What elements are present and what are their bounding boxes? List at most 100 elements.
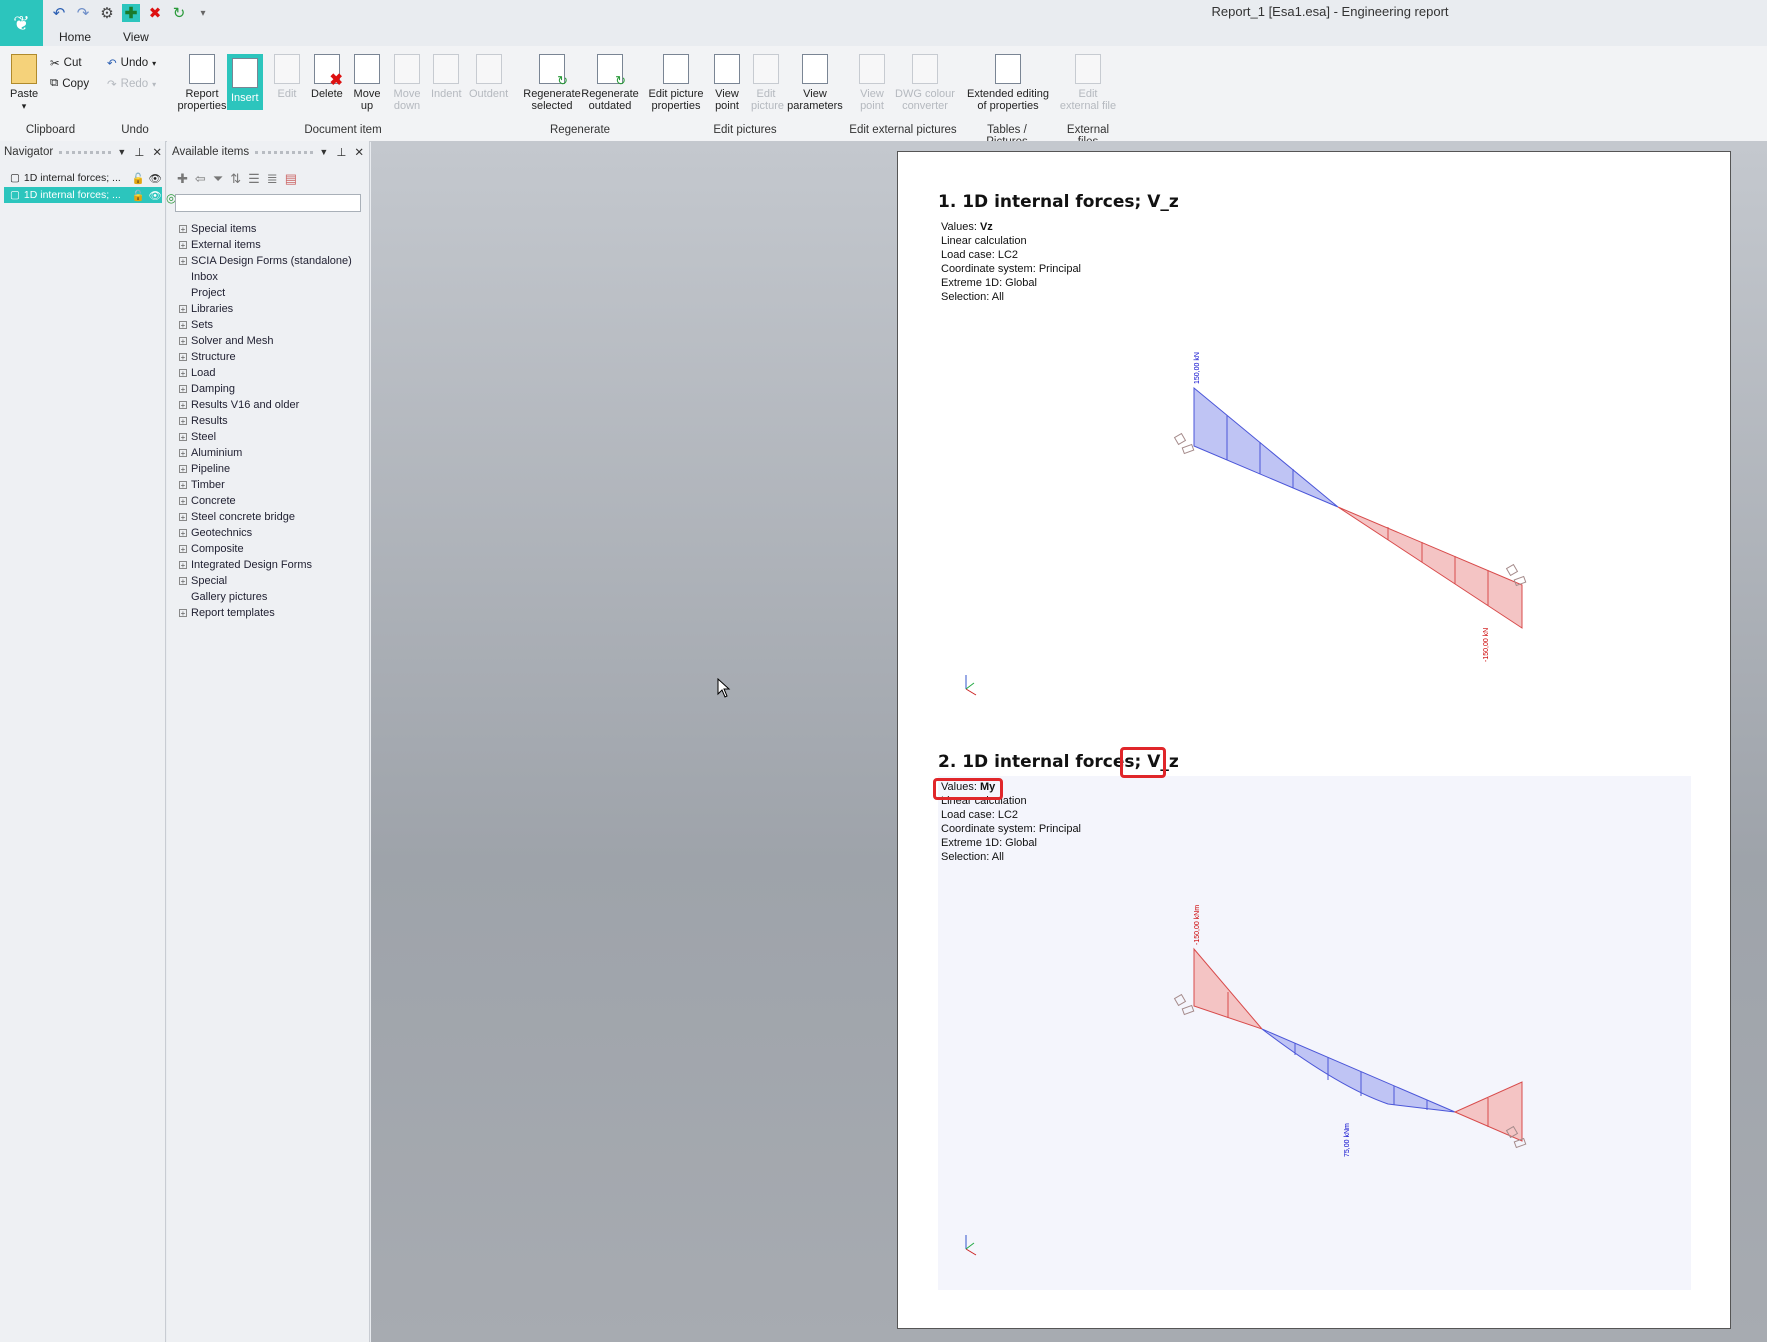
tree-item[interactable]: + Results V16 and older: [179, 397, 352, 413]
tree-item[interactable]: + Sets: [179, 317, 352, 333]
edit-button[interactable]: Edit: [274, 54, 300, 100]
lock-icon[interactable]: 🔓: [132, 172, 145, 185]
tab-home[interactable]: Home: [55, 30, 95, 44]
expand-icon[interactable]: +: [179, 385, 187, 394]
expand-icon[interactable]: +: [179, 449, 187, 458]
expand-icon[interactable]: +: [179, 337, 187, 346]
navigator-item-selected[interactable]: ▢ 1D internal forces; ... 🔓 👁: [4, 187, 162, 203]
tree-item[interactable]: + Results: [179, 413, 352, 429]
tree-item[interactable]: Gallery pictures: [179, 589, 352, 605]
expand-icon[interactable]: +: [179, 305, 187, 314]
close-icon[interactable]: ✕: [152, 145, 162, 159]
expand-icon[interactable]: +: [179, 433, 187, 442]
delete-item-icon[interactable]: ▤: [285, 171, 297, 187]
tree-item[interactable]: + SCIA Design Forms (standalone): [179, 253, 352, 269]
expand-icon[interactable]: +: [179, 577, 187, 586]
dwg-colour-converter-button[interactable]: DWG colour converter: [895, 54, 955, 112]
expand-icon[interactable]: +: [179, 417, 187, 426]
tree-item[interactable]: + Libraries: [179, 301, 352, 317]
regenerate-outdated-button[interactable]: ↻ Regenerate outdated: [581, 54, 639, 112]
expand-icon[interactable]: +: [179, 465, 187, 474]
cut-button[interactable]: ✂ Cut: [50, 56, 82, 70]
tree-item[interactable]: + Steel: [179, 429, 352, 445]
expand-icon[interactable]: +: [179, 241, 187, 250]
expand-icon[interactable]: +: [179, 529, 187, 538]
expand-icon[interactable]: +: [179, 353, 187, 362]
dropdown-icon[interactable]: ▼: [319, 147, 328, 157]
tree-item[interactable]: Inbox: [179, 269, 352, 285]
tree-leaf-connector[interactable]: [179, 273, 187, 281]
tree-item[interactable]: + Integrated Design Forms: [179, 557, 352, 573]
tree-leaf-connector[interactable]: [179, 289, 187, 297]
copy-button[interactable]: ⧉ Copy: [50, 77, 89, 90]
dropdown-icon[interactable]: ▼: [117, 147, 126, 157]
indent-button[interactable]: Indent: [431, 54, 462, 100]
tree-view-icon[interactable]: ☰: [248, 171, 260, 187]
tree-leaf-connector[interactable]: [179, 593, 187, 601]
pin-icon[interactable]: ⊥: [134, 145, 144, 159]
redo-button[interactable]: ↷ Redo ▾: [107, 77, 156, 91]
expand-icon[interactable]: +: [179, 513, 187, 522]
close-icon[interactable]: ✖: [146, 4, 164, 22]
close-icon[interactable]: ✕: [354, 145, 364, 159]
tree-item[interactable]: + Pipeline: [179, 461, 352, 477]
tree-item[interactable]: + External items: [179, 237, 352, 253]
expand-icon[interactable]: +: [179, 257, 187, 266]
eye-icon[interactable]: 👁: [149, 189, 162, 202]
view-point-button[interactable]: View point: [712, 54, 742, 112]
tree-item[interactable]: + Load: [179, 365, 352, 381]
tree-item[interactable]: + Timber: [179, 477, 352, 493]
app-menu-button[interactable]: ❦: [0, 0, 43, 46]
tree-item[interactable]: + Special items: [179, 221, 352, 237]
tab-view[interactable]: View: [119, 30, 153, 44]
report-properties-button[interactable]: Report properties: [174, 54, 230, 112]
list-view-icon[interactable]: ≣: [267, 171, 278, 187]
add-icon[interactable]: ✚: [122, 4, 140, 22]
navigator-item[interactable]: ▢ 1D internal forces; ... 🔓 👁: [4, 170, 162, 186]
lock-icon[interactable]: 🔓: [132, 189, 145, 202]
settings-icon[interactable]: ⚙: [98, 4, 116, 22]
expand-icon[interactable]: +: [179, 401, 187, 410]
add-item-icon[interactable]: ✚: [177, 171, 188, 187]
insert-button[interactable]: Insert: [227, 54, 263, 110]
sort-icon[interactable]: ⇅: [230, 171, 241, 187]
back-icon[interactable]: ⇦: [195, 171, 206, 187]
outdent-button[interactable]: Outdent: [469, 54, 508, 100]
tree-item[interactable]: + Structure: [179, 349, 352, 365]
edit-picture-button[interactable]: Edit picture: [751, 54, 784, 112]
filter-icon[interactable]: ⏷: [213, 171, 223, 187]
view-parameters-button[interactable]: View parameters: [786, 54, 844, 112]
tree-item[interactable]: + Solver and Mesh: [179, 333, 352, 349]
pin-icon[interactable]: ⊥: [336, 145, 346, 159]
expand-icon[interactable]: +: [179, 609, 187, 618]
edit-picture-properties-button[interactable]: Edit picture properties: [648, 54, 704, 112]
expand-icon[interactable]: +: [179, 561, 187, 570]
customize-icon[interactable]: ▾: [194, 8, 212, 19]
expand-icon[interactable]: +: [179, 545, 187, 554]
undo-icon[interactable]: ↶: [50, 4, 68, 22]
diagram-2[interactable]: -150,00 kNm 75,00 kNm: [898, 152, 1732, 1330]
delete-button[interactable]: ✖ Delete: [311, 54, 343, 100]
regenerate-selected-button[interactable]: ↻ Regenerate selected: [523, 54, 581, 112]
tree-item[interactable]: + Special: [179, 573, 352, 589]
tree-item[interactable]: + Composite: [179, 541, 352, 557]
expand-icon[interactable]: +: [179, 225, 187, 234]
tree-item[interactable]: + Aluminium: [179, 445, 352, 461]
regenerate-icon[interactable]: ↻: [170, 4, 188, 22]
search-input[interactable]: [175, 194, 361, 212]
expand-icon[interactable]: +: [179, 321, 187, 330]
move-down-button[interactable]: Move down: [392, 54, 422, 112]
expand-icon[interactable]: +: [179, 481, 187, 490]
tree-item[interactable]: + Concrete: [179, 493, 352, 509]
tree-item[interactable]: Project: [179, 285, 352, 301]
tree-item[interactable]: + Damping: [179, 381, 352, 397]
move-up-button[interactable]: Move up: [352, 54, 382, 112]
eye-icon[interactable]: 👁: [149, 172, 162, 185]
paste-button[interactable]: Paste ▾: [10, 54, 38, 112]
edit-external-file-button[interactable]: Edit external file: [1058, 54, 1118, 112]
extended-editing-button[interactable]: Extended editing of properties: [966, 54, 1050, 112]
expand-icon[interactable]: +: [179, 497, 187, 506]
redo-icon[interactable]: ↷: [74, 4, 92, 22]
external-view-point-button[interactable]: View point: [857, 54, 887, 112]
tree-item[interactable]: + Steel concrete bridge: [179, 509, 352, 525]
